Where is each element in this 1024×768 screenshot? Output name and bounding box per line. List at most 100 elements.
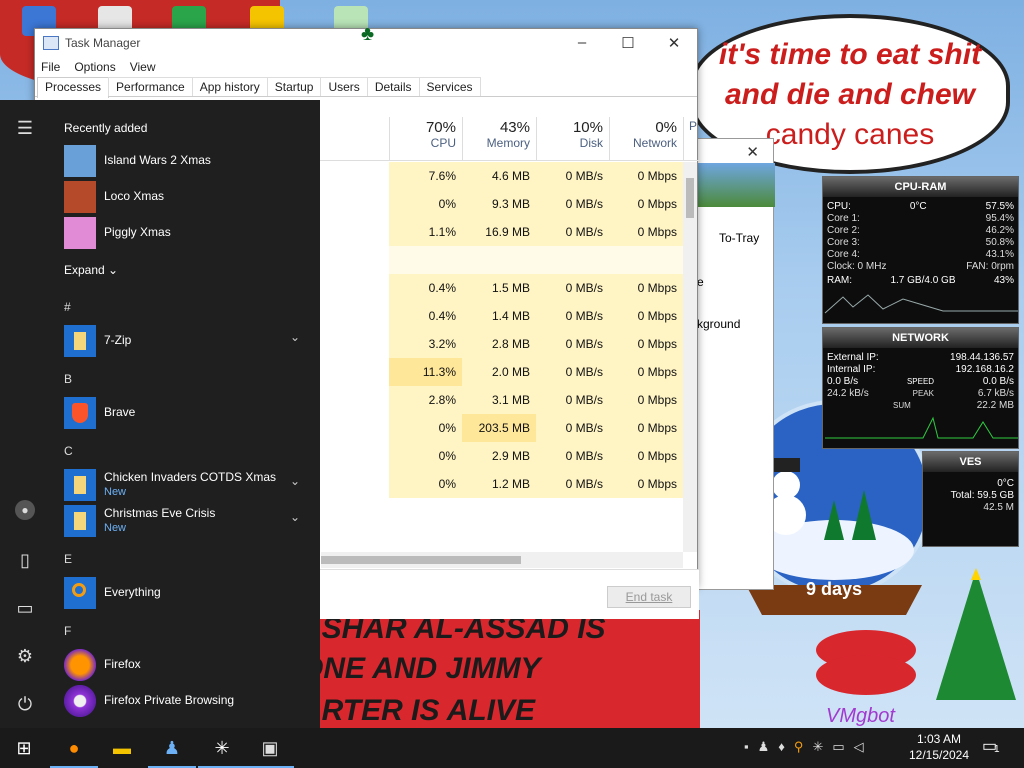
loco-icon	[64, 181, 96, 213]
cell-disk: 0 MB/s	[536, 190, 609, 218]
memory-total: 43%	[499, 119, 530, 136]
title-bar[interactable]: Task Manager ♣ – ☐ ✕	[35, 23, 697, 57]
notification-icon[interactable]: ▭ 1	[982, 736, 1000, 756]
scroll-thumb[interactable]	[686, 178, 694, 218]
tab-services[interactable]: Services	[418, 77, 481, 96]
tray-people-icon[interactable]: ♟	[758, 739, 770, 755]
tray-drop-icon[interactable]: ♦	[778, 739, 785, 755]
cell-mem: 2.9 MB	[462, 442, 536, 470]
app-label: Firefox Private Browsing	[104, 693, 235, 707]
sum-label: SUM	[892, 401, 911, 410]
menu-view[interactable]: View	[130, 60, 156, 74]
tray-network-icon[interactable]: ▭	[832, 739, 844, 755]
core4-pct: 43.1%	[985, 249, 1014, 260]
app-brave[interactable]: Brave	[64, 396, 304, 430]
tab-processes[interactable]: Processes	[37, 77, 110, 98]
app-christmas-eve-crisis[interactable]: Christmas Eve Crisis New ⌄	[64, 504, 304, 538]
app-everything[interactable]: Everything	[64, 576, 304, 610]
group-e[interactable]: E	[64, 552, 72, 566]
close-button[interactable]: ✕	[651, 34, 697, 52]
minimize-button[interactable]: –	[559, 34, 605, 52]
to-tray-button[interactable]: To-Tray	[719, 231, 759, 245]
tab-details[interactable]: Details	[366, 77, 420, 96]
settings-gear-icon[interactable]: ⚙	[13, 644, 37, 668]
task-manager-taskbar-icon[interactable]: ♟	[148, 728, 196, 768]
gadget-title: CPU-RAM	[823, 177, 1018, 197]
tab-users[interactable]: Users	[320, 77, 368, 96]
chevron-down-icon[interactable]: ⌄	[290, 330, 300, 344]
pictures-icon[interactable]: ▭	[13, 596, 37, 620]
core3-pct: 50.8%	[985, 237, 1014, 248]
tab-performance[interactable]: Performance	[108, 77, 193, 96]
col-memory[interactable]: 43% Memory	[462, 117, 536, 161]
app-island-wars[interactable]: Island Wars 2 Xmas	[64, 144, 304, 178]
end-task-button[interactable]: End task	[607, 586, 691, 608]
cpu-temp: 0°C	[909, 201, 927, 212]
ext-ip-label: External IP:	[827, 352, 879, 363]
group-hash[interactable]: #	[64, 300, 71, 314]
group-b[interactable]: B	[64, 372, 72, 386]
piggly-icon	[64, 217, 96, 249]
tab-app-history[interactable]: App history	[191, 77, 268, 96]
close-icon[interactable]: ✕	[746, 143, 759, 161]
tab-bar: Processes Performance App history Startu…	[35, 77, 697, 98]
app-window-icon[interactable]: ▣	[246, 728, 294, 768]
tray-snowflake-icon[interactable]: ✳	[812, 739, 823, 755]
hscroll-thumb[interactable]	[321, 556, 521, 564]
chevron-down-icon[interactable]: ⌄	[290, 474, 300, 488]
group-f[interactable]: F	[64, 624, 71, 638]
power-icon[interactable]: ⏻	[13, 692, 37, 716]
banner-line-2: ONE AND JIMMY	[300, 652, 541, 685]
speed-left: 0.0 B/s	[827, 376, 859, 387]
island-wars-icon	[64, 145, 96, 177]
col-network[interactable]: 0% Network	[609, 117, 683, 161]
new-badge: New	[104, 522, 127, 534]
network-gadget: NETWORK External IP: 198.44.136.57 Intern…	[822, 327, 1019, 449]
firefox-taskbar-icon[interactable]: ●	[50, 728, 98, 768]
vertical-scrollbar[interactable]	[683, 162, 697, 552]
group-c[interactable]: C	[64, 444, 73, 458]
firefox-private-icon	[64, 685, 96, 717]
app-loco[interactable]: Loco Xmas	[64, 180, 304, 214]
app-firefox-private[interactable]: Firefox Private Browsing	[64, 684, 304, 718]
chevron-down-icon[interactable]: ⌄	[290, 510, 300, 524]
tray-volume-icon[interactable]: ◁	[854, 739, 864, 755]
drives-title: VES	[923, 452, 1018, 472]
back-window[interactable]: ✕ To-Tray e kground	[696, 138, 775, 590]
cpu-ram-gadget: CPU-RAM CPU: 0°C 57.5% Core 1: 95.4% Core 2…	[822, 176, 1019, 324]
tab-startup[interactable]: Startup	[266, 77, 322, 96]
windows-start-icon[interactable]: ⊞	[0, 728, 48, 768]
clock[interactable]: 1:03 AM 12/15/2024	[904, 731, 974, 763]
app-firefox[interactable]: Firefox	[64, 648, 304, 682]
file-explorer-icon[interactable]: ▬	[98, 728, 146, 768]
cell-disk: 0 MB/s	[536, 470, 609, 498]
menu-options[interactable]: Options	[74, 60, 115, 74]
cell-mem: 2.8 MB	[462, 330, 536, 358]
app-7zip[interactable]: 7-Zip ⌄	[64, 324, 304, 358]
menu-file[interactable]: File	[41, 60, 60, 74]
app-piggly[interactable]: Piggly Xmas	[64, 216, 304, 250]
app-chicken-invaders[interactable]: Chicken Invaders COTDS Xmas New ⌄	[64, 468, 304, 502]
col-power[interactable]: P	[683, 117, 699, 161]
document-icon[interactable]: ▯	[13, 548, 37, 572]
folder-icon	[64, 325, 96, 357]
cell-disk: 0 MB/s	[536, 442, 609, 470]
cell-net: 0 Mbps	[609, 218, 683, 246]
cell-net	[609, 246, 683, 274]
tray-app-icon[interactable]: ▪	[744, 739, 749, 755]
app-label: Loco Xmas	[104, 189, 165, 203]
cell-net: 0 Mbps	[609, 274, 683, 302]
col-cpu[interactable]: 70% CPU	[389, 117, 462, 161]
hamburger-icon[interactable]: ☰	[13, 116, 37, 140]
expand-button[interactable]: Expand ⌄	[64, 263, 118, 277]
snowflake-icon[interactable]: ✳	[198, 728, 246, 768]
maximize-button[interactable]: ☐	[605, 34, 651, 52]
user-avatar-icon[interactable]: ●	[15, 500, 35, 520]
col-disk[interactable]: 10% Disk	[536, 117, 609, 161]
horizontal-scrollbar[interactable]	[321, 552, 683, 568]
core4-label: Core 4:	[827, 249, 860, 260]
sum-right: 22.2 MB	[976, 400, 1014, 411]
cell-mem	[462, 246, 536, 274]
cell-net: 0 Mbps	[609, 386, 683, 414]
tray-search-icon[interactable]: ⚲	[794, 739, 804, 755]
